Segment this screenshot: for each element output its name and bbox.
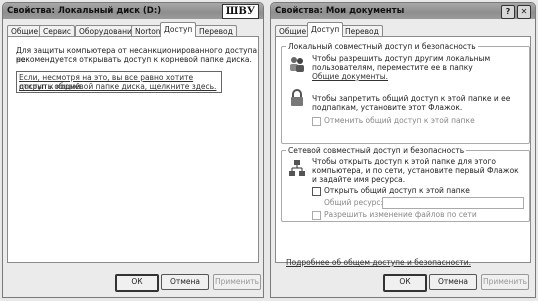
- root-share-link-line-2[interactable]: доступ к корневой папке диска, щелкните …: [19, 82, 216, 91]
- allow-change-checkbox[interactable]: [312, 211, 321, 220]
- intro-text-line-2: рекомендуется открывать доступ к корнево…: [16, 55, 252, 64]
- drive-properties-window: Свойства: Локальный диск (D:) ШВУ Общие …: [2, 2, 264, 298]
- lock-icon: [291, 89, 303, 106]
- local-text-line-2: пользователям, переместите ее в папку: [312, 63, 473, 72]
- cancel-button[interactable]: Отмена: [161, 274, 209, 290]
- tab-strip: Общие Сервис Оборудование Norton Доступ …: [7, 22, 259, 37]
- local-text-line-1: Чтобы разрешить доступ другим локальным: [312, 54, 491, 63]
- tab-sharing[interactable]: Доступ: [307, 22, 344, 37]
- shared-documents-link[interactable]: Общие документы.: [312, 72, 388, 81]
- sticker-label: ШВУ: [221, 4, 259, 19]
- local-sharing-legend: Локальный совместный доступ и безопаснос…: [286, 42, 478, 51]
- network-text-line-2: компьютера, и по сети, установите первый…: [312, 166, 519, 175]
- network-text-line-3: и задайте имя ресурса.: [312, 175, 406, 184]
- private-text-line-1: Чтобы запретить общий доступ к этой папк…: [312, 94, 511, 103]
- window-title: Свойства: Мои документы: [271, 3, 535, 19]
- root-share-link-box[interactable]: Если, несмотря на это, вы все равно хоти…: [16, 71, 222, 93]
- sharing-panel: Локальный совместный доступ и безопаснос…: [275, 36, 531, 267]
- apply-button[interactable]: Применить: [213, 274, 261, 290]
- make-private-label: Отменить общий доступ к этой папке: [324, 116, 475, 125]
- sharing-panel: Для защиты компьютера от несанкционирова…: [7, 36, 259, 263]
- tab-strip: Общие Доступ Перевод: [275, 22, 531, 37]
- ok-button[interactable]: ОК: [115, 274, 159, 292]
- folder-properties-window: Свойства: Мои документы ? ✕ Общие Доступ…: [270, 2, 536, 298]
- apply-button[interactable]: Применить: [481, 274, 529, 290]
- network-sharing-group: Сетевой совместный доступ и безопасность…: [281, 146, 530, 222]
- tab-sharing[interactable]: Доступ: [160, 22, 197, 37]
- cancel-button[interactable]: Отмена: [429, 274, 477, 290]
- network-icon: [289, 160, 305, 176]
- share-folder-label: Открыть общий доступ к этой папке: [324, 186, 470, 195]
- share-name-label: Общий ресурс:: [324, 198, 384, 207]
- ok-button[interactable]: ОК: [383, 274, 427, 292]
- local-sharing-group: Локальный совместный доступ и безопаснос…: [281, 42, 530, 144]
- allow-change-label: Разрешить изменение файлов по сети: [324, 210, 477, 219]
- network-sharing-legend: Сетевой совместный доступ и безопасность: [286, 146, 467, 155]
- help-button[interactable]: ?: [501, 5, 515, 19]
- close-button[interactable]: ✕: [517, 5, 531, 19]
- more-info-link[interactable]: Подробнее об общем доступе и безопасност…: [286, 258, 471, 267]
- share-folder-checkbox[interactable]: [312, 187, 321, 196]
- make-private-checkbox[interactable]: [312, 117, 321, 126]
- users-icon: [290, 57, 304, 72]
- private-text-line-2: подпапкам, установите этот Флажок.: [312, 103, 463, 112]
- share-name-input[interactable]: [382, 197, 524, 209]
- network-text-line-1: Чтобы открыть доступ к этой папке для эт…: [312, 157, 497, 166]
